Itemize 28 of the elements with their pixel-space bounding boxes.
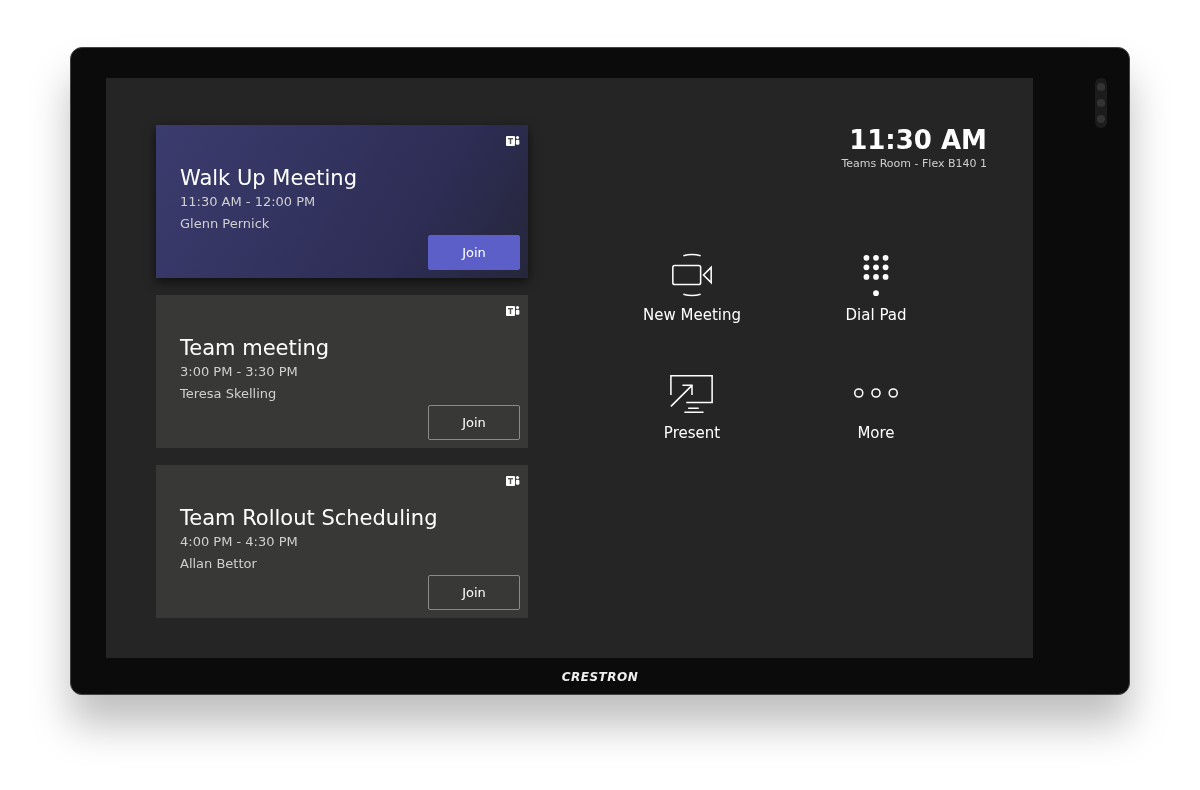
meeting-time: 11:30 AM - 12:00 PM: [180, 193, 317, 211]
app-icon: [506, 305, 520, 317]
brand-logo: CRESTRON: [560, 670, 640, 684]
join-button[interactable]: Join: [428, 575, 520, 610]
more-icon: [853, 388, 899, 398]
meeting-organizer: Allan Bettor: [180, 555, 258, 573]
action-tile[interactable]: Present: [600, 370, 784, 442]
room-name: Teams Room - Flex B140 1: [841, 157, 987, 170]
meeting-time: 3:00 PM - 3:30 PM: [180, 363, 299, 381]
action-tile[interactable]: More: [784, 370, 968, 442]
meeting-title: Walk Up Meeting: [180, 165, 358, 191]
clock-time: 11:30 AM: [849, 125, 987, 155]
action-tile[interactable]: Dial Pad: [784, 252, 968, 324]
sensor-drawing: [1095, 78, 1107, 128]
meeting-card[interactable]: Walk Up Meeting 11:30 AM - 12:00 PM Glenn Pernick Join: [156, 125, 528, 278]
meeting-organizer: Teresa Skelling: [180, 385, 278, 403]
join-button[interactable]: Join: [428, 235, 520, 270]
action-tile[interactable]: New Meeting: [600, 252, 784, 324]
meeting-title: Team Rollout Scheduling: [180, 505, 439, 531]
app-icon: [506, 135, 520, 147]
meeting-title: Team meeting: [180, 335, 331, 361]
video-camera-icon: [669, 252, 715, 298]
meeting-organizer: Glenn Pernick: [180, 215, 271, 233]
join-button[interactable]: Join: [428, 405, 520, 440]
meeting-card[interactable]: Team Rollout Scheduling 4:00 PM - 4:30 PM Allan Bettor Join: [156, 465, 528, 618]
meeting-card[interactable]: Team meeting 3:00 PM - 3:30 PM Teresa Skelling Join: [156, 295, 528, 448]
app-icon: [506, 475, 520, 487]
meeting-time: 4:00 PM - 4:30 PM: [180, 533, 299, 551]
